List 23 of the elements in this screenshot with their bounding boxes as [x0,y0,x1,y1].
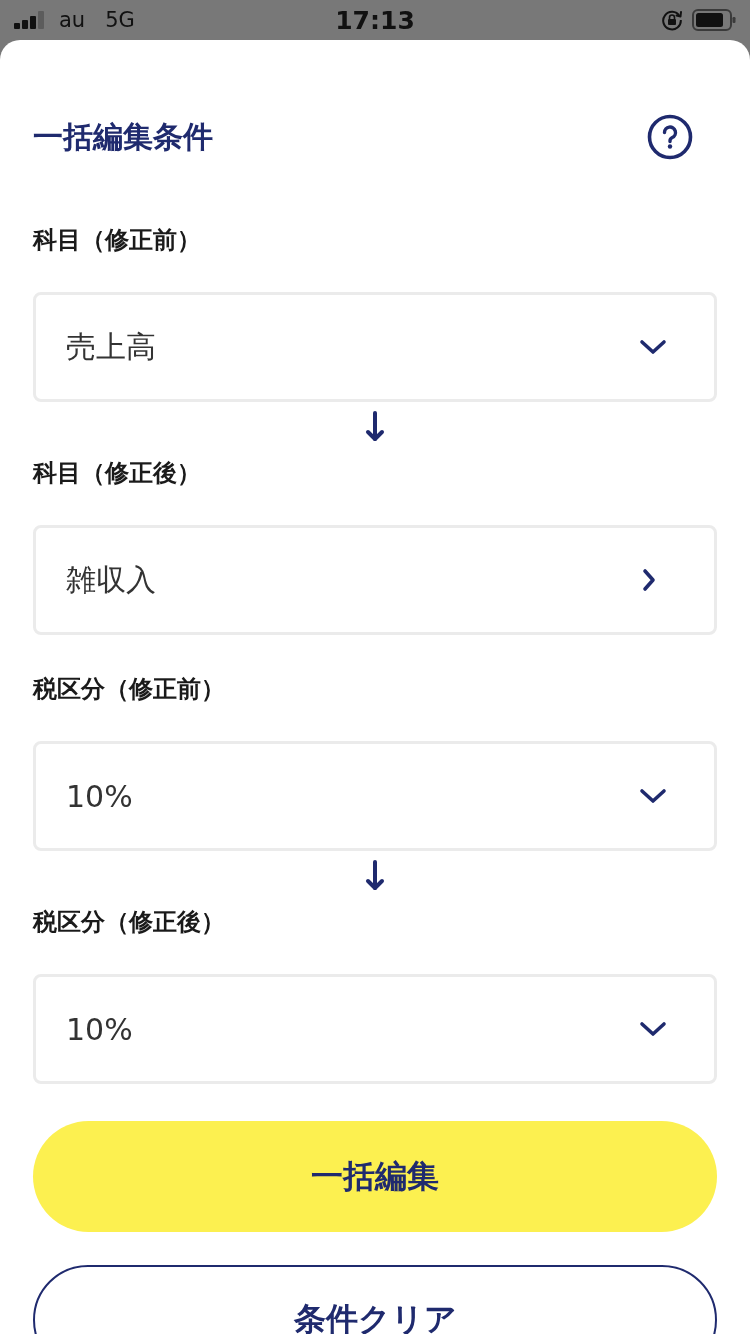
dropdown-field[interactable]: 10% [33,974,717,1084]
chevron-down-icon [639,1021,667,1037]
help-icon[interactable] [647,114,693,160]
chevron-down-icon [639,788,667,804]
dropdown-field[interactable]: 10% [33,741,717,851]
field-label: 税区分（修正後） [33,907,225,938]
network-type: 5G [105,8,135,32]
carrier-name: au [59,8,86,32]
dropdown-field[interactable]: 売上高 [33,292,717,402]
arrow-down-icon [365,860,385,891]
orientation-lock-icon [661,9,683,31]
chevron-down-icon [639,339,667,355]
sheet-title: 一括編集条件 [33,117,213,156]
chevron-right-icon [642,568,656,592]
field-label: 科目（修正前） [33,225,201,256]
picker-field[interactable]: 雑収入 [33,525,717,635]
battery-icon [692,9,736,31]
arrow-down-icon [365,411,385,442]
field-label: 科目（修正後） [33,458,201,489]
field-label: 税区分（修正前） [33,674,225,705]
primary-button[interactable]: 一括編集 [33,1121,717,1232]
signal-icon [14,11,45,29]
clock-time: 17:13 [335,5,415,35]
